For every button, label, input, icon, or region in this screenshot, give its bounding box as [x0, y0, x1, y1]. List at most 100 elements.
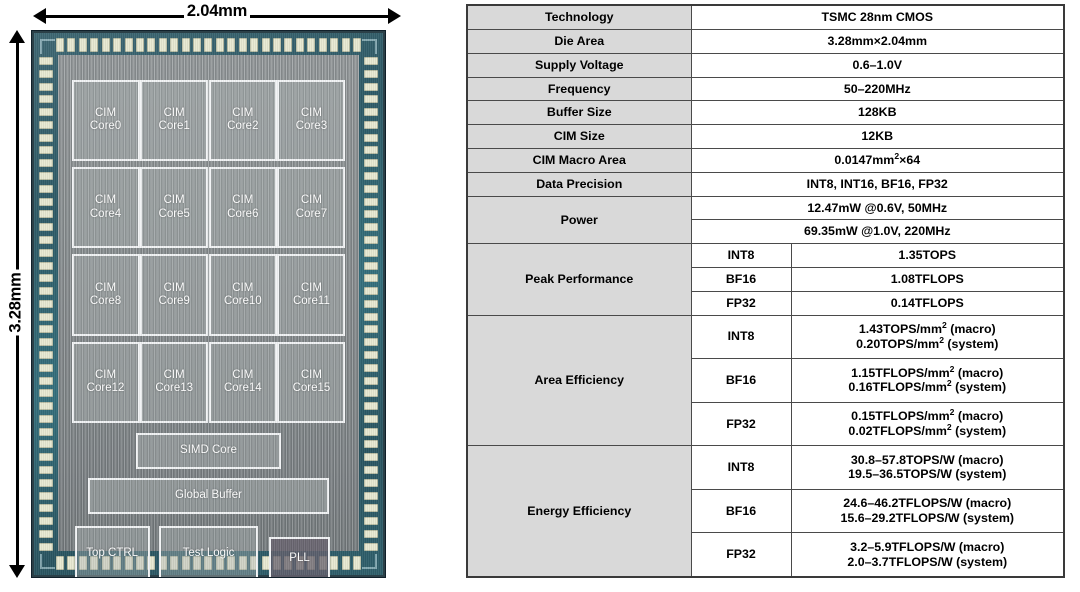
- bond-pad: [364, 172, 378, 181]
- top-ctrl-block: Top CTRL: [74, 526, 150, 577]
- spec-key: Technology: [466, 4, 692, 30]
- bond-pad: [364, 363, 378, 372]
- bond-pad: [250, 38, 259, 52]
- spec-value: 3.2–5.9TFLOPS/W (macro) 2.0–3.7TFLOPS/W …: [790, 532, 1065, 578]
- bond-pad: [364, 312, 378, 321]
- bond-pad: [39, 491, 53, 500]
- precision-label: BF16: [690, 358, 792, 403]
- bond-pad: [39, 517, 53, 526]
- bond-pad: [364, 325, 378, 334]
- cim-core-block-3: CIM Core3: [277, 79, 346, 162]
- cim-core-block-0: CIM Core0: [71, 79, 140, 162]
- bond-pad: [78, 38, 87, 52]
- alignment-mark-icon: [362, 554, 377, 569]
- die-micrograph-figure: 2.04mm 3.28mm CIM Core0 CIM Core1 CIM Core2 CI…: [0, 0, 460, 592]
- spec-value: 1.15TFLOPS/mm2 (macro) 0.16TFLOPS/mm2 (s…: [790, 358, 1065, 403]
- bond-pad: [341, 38, 350, 52]
- spec-value: 128KB: [690, 100, 1065, 126]
- simd-core-block: SIMD Core: [136, 432, 281, 469]
- die-height-label: 3.28mm: [6, 269, 25, 336]
- spec-value: 50–220MHz: [690, 76, 1065, 102]
- bond-pad: [364, 440, 378, 449]
- bond-pad: [341, 556, 350, 570]
- bond-pad: [215, 38, 224, 52]
- value-text: 15.6–29.2TFLOPS/W (system): [840, 510, 1015, 525]
- bond-pad: [39, 82, 53, 91]
- cim-core-block-6: CIM Core6: [208, 167, 277, 249]
- value-text: 1.15TFLOPS/mm: [851, 365, 950, 380]
- bond-pad: [352, 38, 361, 52]
- die-width-dimension: 2.04mm: [33, 2, 401, 28]
- bond-pad: [39, 542, 53, 551]
- spec-key: Frequency: [466, 76, 692, 102]
- bond-pad: [135, 38, 144, 52]
- spec-value: 0.14TFLOPS: [790, 290, 1065, 316]
- spec-key: Power: [466, 195, 692, 245]
- bond-pad: [39, 402, 53, 411]
- bond-pad: [364, 159, 378, 168]
- cim-core-block-5: CIM Core5: [140, 167, 209, 249]
- spec-value: INT8, INT16, BF16, FP32: [690, 171, 1065, 197]
- die-core-area: CIM Core0 CIM Core1 CIM Core2 CIM Core3 CIM Core4…: [58, 55, 359, 577]
- bond-pad: [39, 223, 53, 232]
- bond-pad: [261, 38, 270, 52]
- value-text: (macro): [954, 365, 1004, 380]
- precision-label: BF16: [690, 488, 792, 534]
- bond-pad: [39, 210, 53, 219]
- bond-pad: [39, 363, 53, 372]
- bond-pad: [39, 440, 53, 449]
- bond-pad: [364, 478, 378, 487]
- bond-pad: [364, 389, 378, 398]
- bond-pad: [39, 478, 53, 487]
- precision-label: INT8: [690, 243, 792, 268]
- bond-pad: [39, 248, 53, 257]
- bond-pad: [39, 133, 53, 142]
- alignment-mark-icon: [40, 554, 55, 569]
- bond-pad: [364, 235, 378, 244]
- bond-pad: [364, 274, 378, 283]
- table-row: Area Efficiency INT8 1.43TOPS/mm2 (macro…: [466, 314, 1065, 447]
- bond-pad: [364, 69, 378, 78]
- bond-pad: [364, 414, 378, 423]
- bond-pad: [318, 38, 327, 52]
- bond-pad: [307, 38, 316, 52]
- bond-pad: [364, 427, 378, 436]
- spec-key: CIM Macro Area: [466, 147, 692, 173]
- bond-pad: [39, 529, 53, 538]
- alignment-mark-icon: [40, 39, 55, 54]
- spec-value: 1.08TFLOPS: [790, 266, 1065, 292]
- value-text: (macro): [946, 322, 996, 337]
- spec-value: TSMC 28nm CMOS: [690, 4, 1065, 30]
- spec-key: Data Precision: [466, 171, 692, 197]
- spec-value: 24.6–46.2TFLOPS/W (macro) 15.6–29.2TFLOP…: [790, 488, 1065, 534]
- value-text: (system): [951, 380, 1007, 395]
- bond-pad: [364, 184, 378, 193]
- chip-specification-table: Technology TSMC 28nm CMOS Die Area 3.28m…: [466, 4, 1065, 578]
- cim-core-block-13: CIM Core13: [140, 341, 209, 424]
- bond-pad: [364, 133, 378, 142]
- table-row: Data Precision INT8, INT16, BF16, FP32: [466, 171, 1065, 197]
- alignment-mark-icon: [362, 39, 377, 54]
- precision-label: BF16: [690, 266, 792, 292]
- cim-core-block-8: CIM Core8: [71, 254, 140, 336]
- table-row: Peak Performance INT8 1.35TOPS: [466, 243, 1065, 316]
- bond-pad: [227, 38, 236, 52]
- bond-pad: [39, 95, 53, 104]
- bond-pad: [39, 350, 53, 359]
- bond-pad: [364, 350, 378, 359]
- value-text: 3.2–5.9TFLOPS/W (macro): [850, 539, 1005, 554]
- value-text: ×64: [899, 153, 921, 168]
- bond-pad: [364, 95, 378, 104]
- value-text: 24.6–46.2TFLOPS/W (macro): [843, 496, 1012, 511]
- precision-label: FP32: [690, 290, 792, 316]
- bond-pad: [330, 38, 339, 52]
- spec-key: Die Area: [466, 28, 692, 54]
- cim-core-block-14: CIM Core14: [208, 341, 277, 424]
- bond-pad: [364, 287, 378, 296]
- value-text: 30.8–57.8TOPS/W (macro): [850, 452, 1004, 467]
- bond-pad: [147, 38, 156, 52]
- bond-pad: [364, 197, 378, 206]
- bond-pad: [39, 184, 53, 193]
- bond-pad: [39, 338, 53, 347]
- bond-pad: [204, 38, 213, 52]
